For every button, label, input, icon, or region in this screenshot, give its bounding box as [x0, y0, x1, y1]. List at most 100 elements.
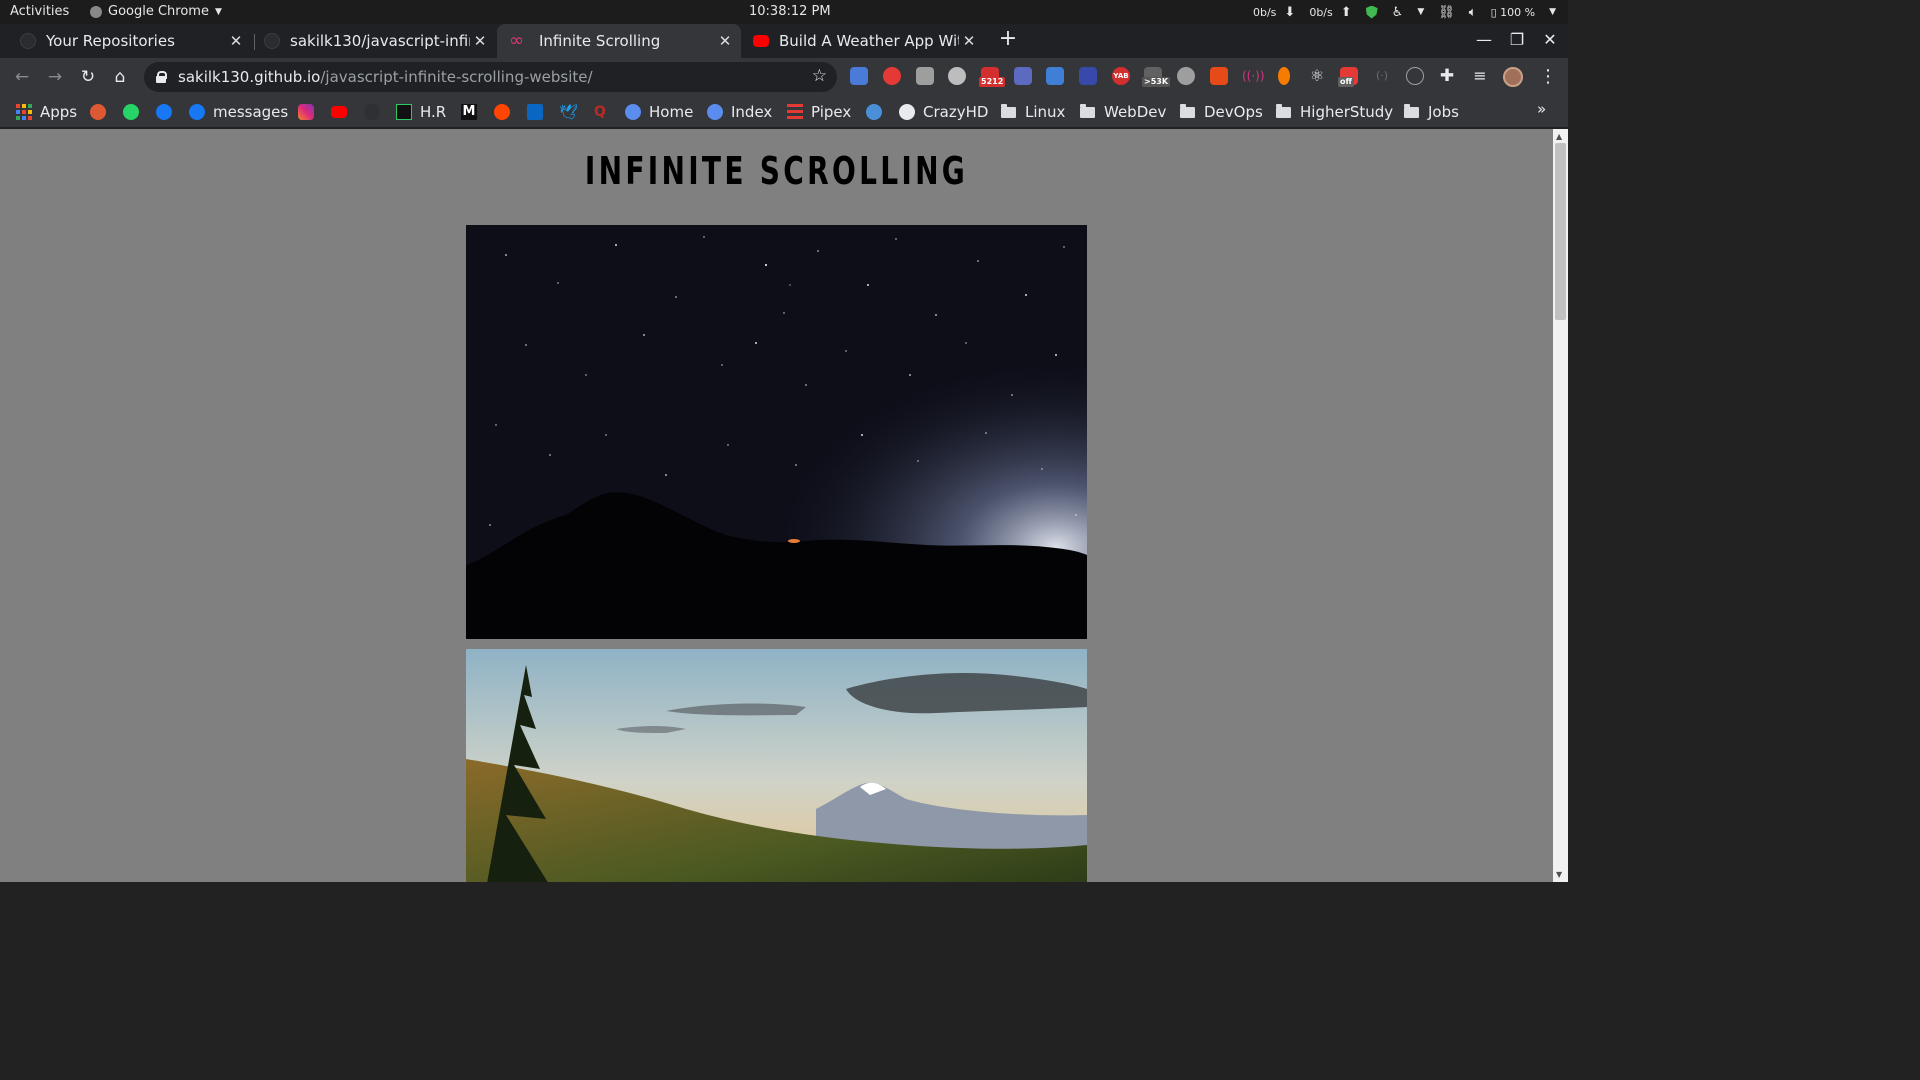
bookmark-hackerrank[interactable]: H.R — [396, 102, 446, 122]
chrome-icon — [90, 5, 102, 18]
bookmark-index[interactable]: Index — [707, 102, 772, 122]
extension-meter-icon[interactable] — [1406, 67, 1424, 85]
bookmark-instagram[interactable] — [298, 102, 314, 122]
scroll-up-arrow-icon[interactable]: ▲ — [1556, 132, 1562, 141]
bookmark-folder-linux[interactable]: Linux — [1001, 102, 1065, 122]
chevron-down-icon: ▼ — [214, 6, 222, 17]
bookmark-facebook[interactable] — [156, 102, 172, 122]
back-button[interactable]: ← — [11, 66, 33, 88]
extension-screen-icon[interactable] — [1014, 67, 1032, 85]
volume-icon: 🔈︎ — [1468, 4, 1477, 20]
close-icon[interactable]: ✕ — [226, 32, 246, 50]
system-top-bar: Activities Google Chrome ▼ 10:38:12 PM 0… — [0, 0, 1568, 24]
home-shield-icon — [625, 104, 641, 120]
night-sky-image — [466, 225, 1087, 639]
extension-adblock-icon[interactable] — [883, 67, 901, 85]
medium-icon: M — [461, 104, 477, 120]
index-shield-icon — [707, 104, 723, 120]
bookmark-apps[interactable]: Apps — [16, 102, 77, 122]
bookmark-quora[interactable]: Q — [592, 102, 608, 122]
bookmark-folder-webdev[interactable]: WebDev — [1080, 102, 1166, 122]
bookmark-duckduckgo[interactable] — [90, 102, 106, 122]
extension-broadcast-icon[interactable]: ((·)) — [1242, 67, 1265, 85]
extension-toggle-icon[interactable]: off — [1338, 67, 1358, 87]
chevron-down-icon: ▼ — [1549, 7, 1556, 17]
extension-globe-icon[interactable] — [1177, 67, 1195, 85]
bookmark-twitter[interactable]: 🕊︎ — [559, 102, 579, 122]
folder-icon — [1080, 103, 1095, 118]
close-icon[interactable]: ✕ — [470, 32, 490, 50]
scrollbar-thumb[interactable] — [1555, 143, 1566, 320]
chevron-down-icon: ▼ — [1417, 7, 1425, 17]
tab-infinite-scrolling[interactable]: ∞ Infinite Scrolling ✕ — [497, 24, 741, 58]
folder-icon — [1404, 103, 1419, 118]
extensions-puzzle-icon[interactable]: ✚ — [1438, 67, 1456, 85]
profile-avatar[interactable] — [1503, 67, 1523, 87]
bookmark-youtube[interactable] — [331, 102, 347, 122]
folder-icon — [1001, 103, 1016, 118]
github-icon — [264, 33, 280, 49]
bookmark-crazyhd[interactable]: CrazyHD — [899, 102, 988, 122]
net-down-indicator: 0b/s ⬇ — [1253, 4, 1296, 20]
system-tray[interactable]: 0b/s ⬇ 0b/s ⬆ ♿︎ ▼ ⛓ 🔈︎ ▯ 100 % ▼ — [1253, 0, 1556, 24]
address-bar[interactable]: sakilk130.github.io/javascript-infinite-… — [144, 62, 837, 92]
reload-button[interactable]: ↻ — [77, 66, 99, 88]
extension-mail-counter-icon[interactable]: >53K — [1142, 67, 1171, 87]
facebook-icon — [156, 104, 172, 120]
hackerrank-icon — [396, 104, 412, 120]
tab-weather-app-video[interactable]: Build A Weather App With ✕ — [741, 24, 985, 58]
new-tab-button[interactable]: + — [996, 28, 1020, 52]
bookmark-home[interactable]: Home — [625, 102, 693, 122]
twitter-icon: 🕊︎ — [559, 103, 579, 121]
page-scrollbar[interactable]: ▲ ▼ — [1553, 129, 1568, 882]
bookmark-tool[interactable] — [866, 102, 882, 122]
github-icon — [364, 104, 380, 120]
github-icon — [20, 33, 36, 49]
extension-translate-icon[interactable] — [850, 67, 868, 85]
more-bookmarks-chevron-icon[interactable]: » — [1537, 100, 1546, 118]
extension-gmail-checker-icon[interactable]: 5212 — [979, 67, 1006, 87]
extension-shield-icon[interactable] — [1079, 67, 1097, 85]
maximize-button[interactable]: ❐ — [1506, 30, 1528, 49]
photo-mountain-forest — [466, 649, 1087, 882]
extension-incognito-icon[interactable] — [948, 67, 966, 85]
lock-icon[interactable] — [156, 71, 167, 83]
bookmark-star-icon[interactable]: ☆ — [812, 66, 827, 86]
extension-bulb-icon[interactable] — [1278, 67, 1290, 85]
media-queue-icon[interactable]: ≡ — [1471, 67, 1489, 85]
extension-google-translate-icon[interactable] — [1046, 67, 1064, 85]
arrow-down-icon: ⬇ — [1284, 4, 1296, 20]
extension-fb-icon[interactable] — [916, 67, 934, 85]
bookmark-reddit[interactable] — [494, 102, 510, 122]
forward-button[interactable]: → — [44, 66, 66, 88]
bookmark-medium[interactable]: M — [461, 102, 477, 122]
bookmark-messages[interactable]: messages — [189, 102, 288, 122]
extension-lock-icon[interactable] — [1210, 67, 1228, 85]
app-menu[interactable]: Google Chrome ▼ — [90, 4, 222, 19]
close-icon[interactable]: ✕ — [715, 32, 735, 50]
bookmark-folder-jobs[interactable]: Jobs — [1404, 102, 1459, 122]
chrome-menu-icon[interactable]: ⋮ — [1539, 66, 1557, 87]
home-button[interactable]: ⌂ — [109, 66, 131, 88]
scroll-down-arrow-icon[interactable]: ▼ — [1556, 870, 1562, 879]
minimize-button[interactable]: — — [1473, 30, 1495, 49]
tab-your-repositories[interactable]: Your Repositories ✕ — [8, 24, 252, 58]
extension-react-devtools-icon[interactable]: ⚛ — [1308, 67, 1326, 85]
bookmark-folder-devops[interactable]: DevOps — [1180, 102, 1263, 122]
bookmark-folder-higherstudy[interactable]: HigherStudy — [1276, 102, 1393, 122]
shield-icon — [1365, 5, 1378, 19]
clock[interactable]: 10:38:12 PM — [749, 4, 831, 19]
tab-github-repo[interactable]: sakilk130/javascript-infini ✕ — [252, 24, 496, 58]
pipex-icon — [787, 104, 803, 120]
close-icon[interactable]: ✕ — [959, 32, 979, 50]
bookmark-github[interactable] — [364, 102, 380, 122]
close-window-button[interactable]: ✕ — [1539, 30, 1561, 49]
extension-yab-icon[interactable]: YAB — [1112, 67, 1130, 85]
folder-icon — [1276, 103, 1291, 118]
bookmark-whatsapp[interactable] — [123, 102, 139, 122]
bookmark-linkedin[interactable] — [527, 102, 543, 122]
extension-inactive-icon[interactable]: (·) — [1373, 67, 1391, 85]
app-name: Google Chrome — [108, 4, 209, 19]
activities-button[interactable]: Activities — [10, 4, 69, 19]
bookmark-pipex[interactable]: Pipex — [787, 102, 851, 122]
